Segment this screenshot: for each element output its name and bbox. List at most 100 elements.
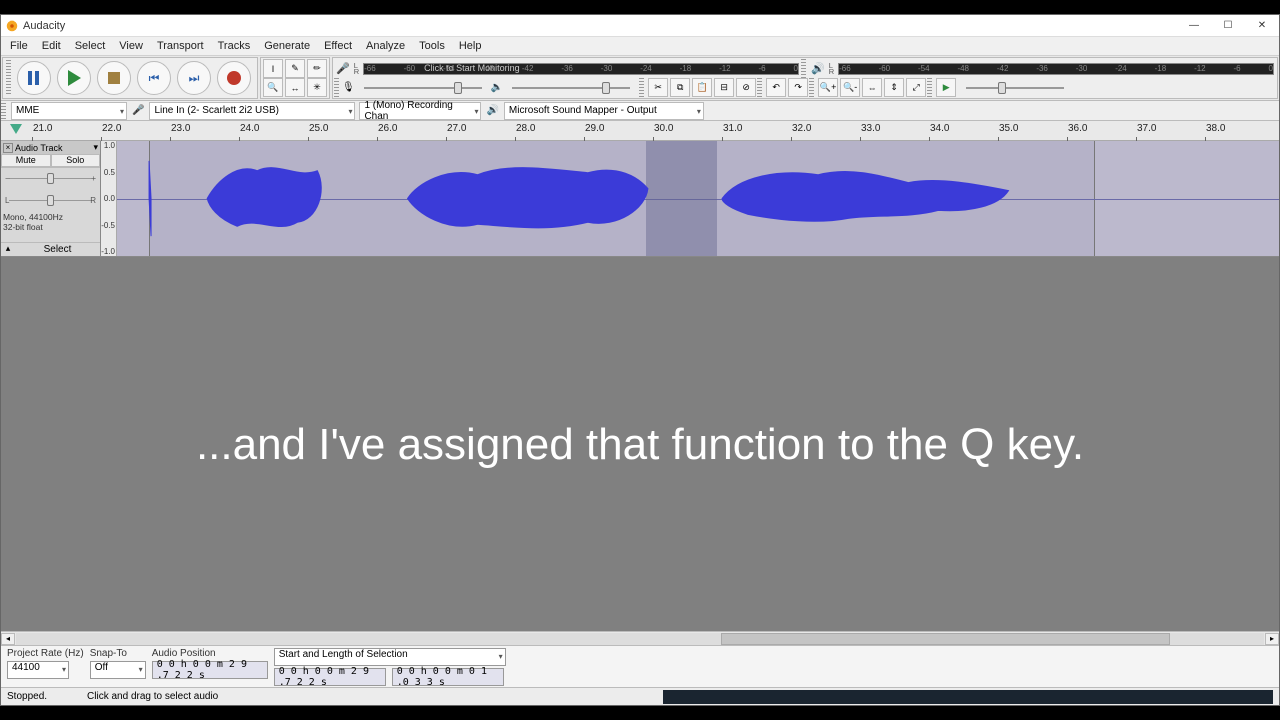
ruler-tick: 36.0 [1068,123,1087,134]
ruler-tick: 25.0 [309,123,328,134]
app-icon [5,19,19,33]
ruler-tick: 21.0 [33,123,52,134]
status-dark-region [663,690,1273,704]
selection-start-field[interactable]: 0 0 h 0 0 m 2 9 .7 2 2 s [274,668,386,686]
record-button[interactable] [217,61,251,95]
subtitle-overlay: ...and I've assigned that function to th… [196,417,1084,472]
pan-slider[interactable]: LR [5,192,96,210]
project-rate-label: Project Rate (Hz) [7,648,84,659]
track-format-1: Mono, 44100Hz [1,212,100,222]
scroll-right-button[interactable]: ▸ [1265,633,1279,645]
track-name-label: Audio Track [15,143,91,153]
zoom-out-button[interactable]: 🔍- [840,78,860,97]
maximize-button[interactable]: ☐ [1211,15,1245,37]
horizontal-scrollbar[interactable]: ◂ ▸ [1,631,1279,645]
selection-tool[interactable]: I [263,59,283,78]
menu-help[interactable]: Help [452,37,489,56]
vertical-scale: 1.0 0.5 0.0 -0.5 -1.0 [101,141,117,256]
selection-mode-combo[interactable]: Start and Length of Selection▾ [274,648,506,666]
speaker-icon: 🔊 [809,62,827,75]
play-button[interactable] [57,61,91,95]
menu-generate[interactable]: Generate [257,37,317,56]
redo-button[interactable]: ↷ [788,78,808,97]
fit-selection-button[interactable]: ⇔ [862,78,882,97]
menu-analyze[interactable]: Analyze [359,37,412,56]
stop-button[interactable] [97,61,131,95]
fit-project-button[interactable]: ⇕ [884,78,904,97]
scroll-left-button[interactable]: ◂ [1,633,15,645]
skip-end-button[interactable]: ⏭ [177,61,211,95]
snap-to-combo[interactable]: Off▾ [90,661,146,679]
mute-button[interactable]: Mute [1,154,51,167]
tools-toolbar: I ✎ ✏ 🔍 ↔ ✳ [260,57,330,99]
ruler-tick: 34.0 [930,123,949,134]
zoom-in-button[interactable]: 🔍+ [818,78,838,97]
paste-button[interactable]: 📋 [692,78,712,97]
recording-meter[interactable]: Click to Start Monitoring -66-60-54-48-4… [363,63,799,75]
solo-button[interactable]: Solo [51,154,101,167]
audio-position-field[interactable]: 0 0 h 0 0 m 2 9 .7 2 2 s [152,661,268,679]
waveform-display[interactable] [117,141,1279,256]
output-device-icon: 🔊 [483,105,501,116]
pause-button[interactable] [17,61,51,95]
gain-slider[interactable]: −+ [5,170,96,188]
selection-length-field[interactable]: 0 0 h 0 0 m 0 1 .0 3 3 s [392,668,504,686]
rec-vol-icon: 🎙 [342,82,355,93]
zoom-tool[interactable]: 🔍 [263,78,283,97]
rec-meter-lr: LR [352,63,361,75]
menu-file[interactable]: File [3,37,35,56]
play-meter-lr: LR [827,63,836,75]
track-close-button[interactable]: × [3,143,13,153]
play-vol-icon: 🔈 [491,82,503,93]
audio-host-combo[interactable]: MME▾ [11,102,127,120]
minimize-button[interactable]: — [1177,15,1211,37]
title-bar: Audacity — ☐ ✕ [1,15,1279,37]
meters-toolbar: 🎤 LR Click to Start Monitoring -66-60-54… [332,57,1278,99]
copy-button[interactable]: ⧉ [670,78,690,97]
ruler-tick: 37.0 [1137,123,1156,134]
record-channels-combo[interactable]: 1 (Mono) Recording Chan▾ [359,102,481,120]
menu-tracks[interactable]: Tracks [211,37,258,56]
menu-effect[interactable]: Effect [317,37,359,56]
ruler-tick: 28.0 [516,123,535,134]
track-collapse-button[interactable]: ▴ [1,243,15,256]
menu-edit[interactable]: Edit [35,37,68,56]
menu-transport[interactable]: Transport [150,37,211,56]
menu-bar: File Edit Select View Transport Tracks G… [1,37,1279,56]
menu-select[interactable]: Select [68,37,113,56]
project-rate-combo[interactable]: 44100▾ [7,661,69,679]
timeshift-tool[interactable]: ↔ [285,78,305,97]
close-button[interactable]: ✕ [1245,15,1279,37]
multi-tool[interactable]: ✳ [307,78,327,97]
track-menu-arrow[interactable]: ▾ [93,142,98,153]
menu-tools[interactable]: Tools [412,37,452,56]
cut-button[interactable]: ✂ [648,78,668,97]
undo-button[interactable]: ↶ [766,78,786,97]
menu-view[interactable]: View [112,37,150,56]
ruler-tick: 32.0 [792,123,811,134]
draw-tool[interactable]: ✏ [307,59,327,78]
trim-button[interactable]: ⊟ [714,78,734,97]
track-control-panel: × Audio Track ▾ Mute Solo −+ LR Mono, 44… [1,141,101,256]
playback-volume-slider[interactable] [506,80,636,96]
envelope-tool[interactable]: ✎ [285,59,305,78]
ruler-tick: 26.0 [378,123,397,134]
device-toolbar: MME▾ 🎤 Line In (2- Scarlett 2i2 USB)▾ 1 … [1,101,1279,121]
ruler-tick: 27.0 [447,123,466,134]
play-at-speed-button[interactable]: ▶ [936,78,956,97]
ruler-tick: 35.0 [999,123,1018,134]
status-hint: Click and drag to select audio [87,691,218,702]
skip-start-button[interactable]: ⏮ [137,61,171,95]
timeline-ruler[interactable]: 21.022.023.024.025.026.027.028.029.030.0… [1,121,1279,141]
playback-meter[interactable]: -66-60-54-48-42-36-30-24-18-12-60 [838,63,1274,75]
snap-to-label: Snap-To [90,648,146,659]
zoom-toggle-button[interactable]: ⤢ [906,78,926,97]
track-select-button[interactable]: Select [15,243,100,256]
play-speed-slider[interactable] [960,80,1070,96]
recording-volume-slider[interactable] [358,80,488,96]
ruler-tick: 29.0 [585,123,604,134]
output-device-combo[interactable]: Microsoft Sound Mapper - Output▾ [504,102,704,120]
ruler-tick: 38.0 [1206,123,1225,134]
silence-button[interactable]: ⊘ [736,78,756,97]
input-device-combo[interactable]: Line In (2- Scarlett 2i2 USB)▾ [149,102,355,120]
